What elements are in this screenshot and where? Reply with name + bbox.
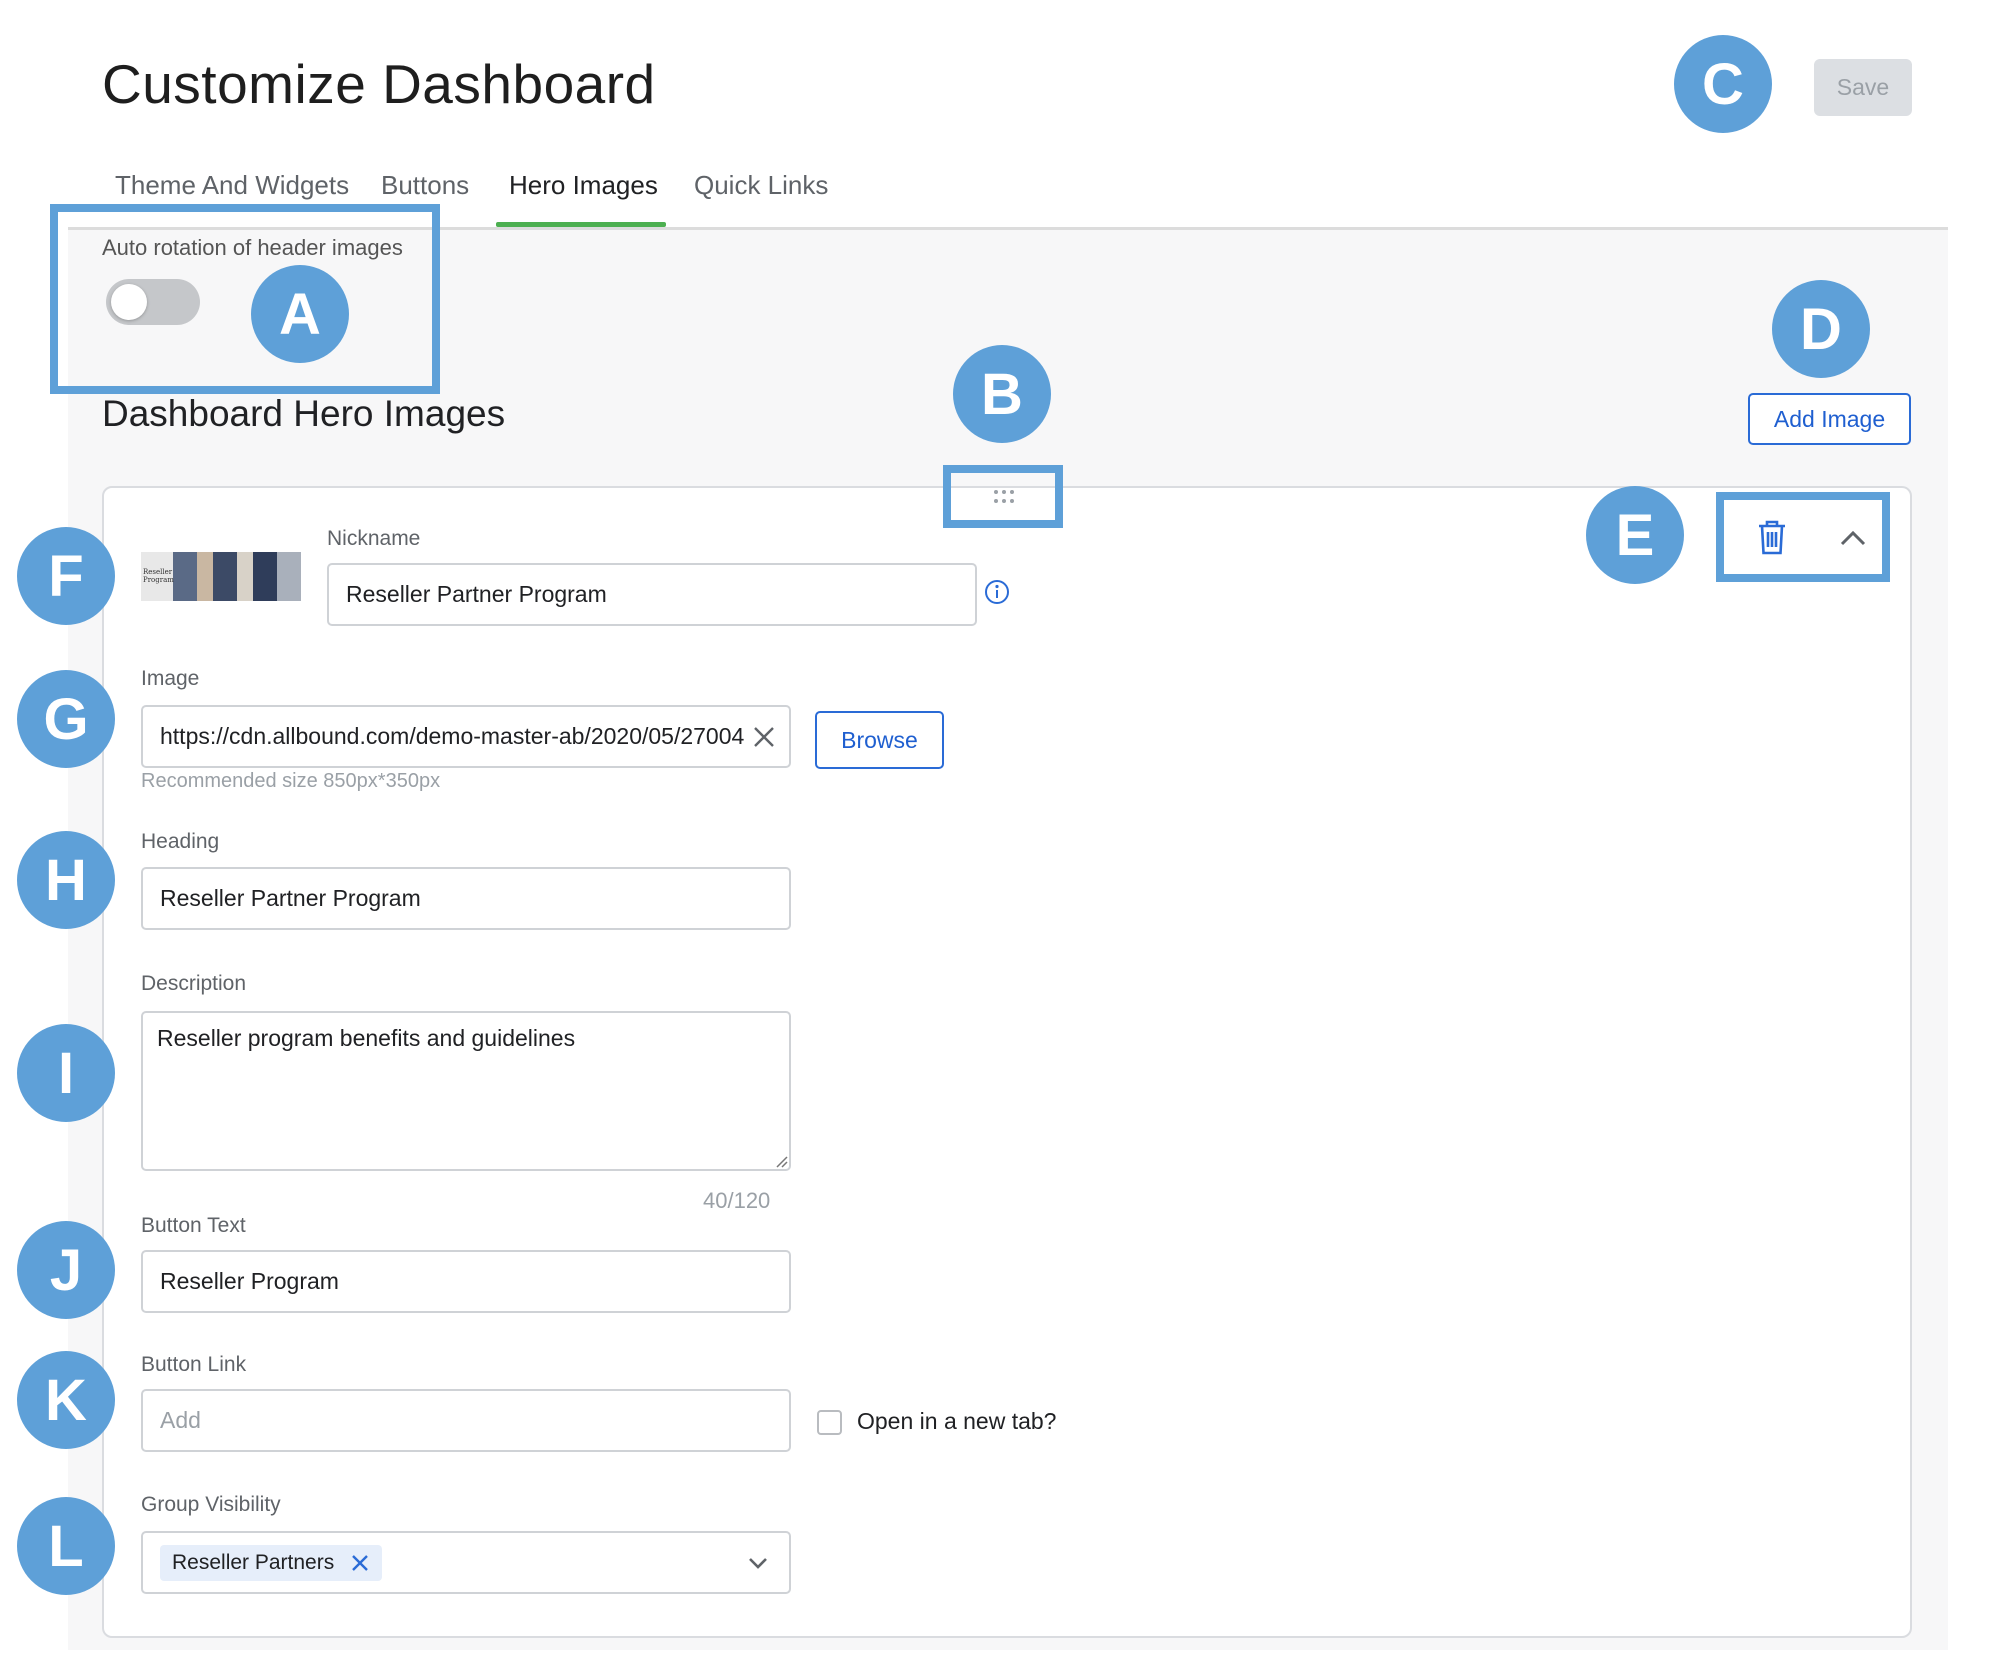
tab-hero-images[interactable]: Hero Images xyxy=(509,170,658,201)
callout-i: I xyxy=(17,1024,115,1122)
tab-buttons[interactable]: Buttons xyxy=(381,170,469,201)
callout-h: H xyxy=(17,831,115,929)
image-label: Image xyxy=(141,667,200,690)
info-icon[interactable] xyxy=(984,579,1010,605)
heading-input[interactable]: Reseller Partner Program xyxy=(141,867,791,930)
button-text-label: Button Text xyxy=(141,1214,246,1237)
callout-c: C xyxy=(1674,35,1772,133)
group-chip: Reseller Partners xyxy=(160,1545,383,1581)
button-link-label: Button Link xyxy=(141,1353,247,1376)
section-title: Dashboard Hero Images xyxy=(102,393,506,434)
group-visibility-label: Group Visibility xyxy=(141,1493,281,1516)
callout-e: E xyxy=(1586,486,1684,584)
description-textarea[interactable]: Reseller program benefits and guidelines xyxy=(141,1011,791,1171)
add-image-button[interactable]: Add Image xyxy=(1748,393,1911,445)
nickname-label: Nickname xyxy=(327,527,421,550)
save-button[interactable]: Save xyxy=(1814,59,1912,116)
highlight-box-b xyxy=(943,465,1063,528)
highlight-box-e xyxy=(1716,492,1890,582)
open-new-tab-checkbox[interactable] xyxy=(817,1410,842,1435)
image-url-input[interactable]: https://cdn.allbound.com/demo-master-ab/… xyxy=(141,705,791,768)
tab-theme-and-widgets[interactable]: Theme And Widgets xyxy=(115,170,349,201)
callout-a: A xyxy=(251,265,349,363)
highlight-box-a xyxy=(50,204,440,394)
nickname-input[interactable]: Reseller Partner Program xyxy=(327,563,977,626)
callout-d: D xyxy=(1772,280,1870,378)
callout-j: J xyxy=(17,1221,115,1319)
clear-icon[interactable] xyxy=(752,725,776,749)
page-title: Customize Dashboard xyxy=(102,53,656,115)
remove-chip-icon[interactable] xyxy=(350,1553,370,1573)
heading-label: Heading xyxy=(141,830,220,853)
callout-g: G xyxy=(17,670,115,768)
chevron-down-icon[interactable] xyxy=(747,1555,769,1571)
callout-b: B xyxy=(953,345,1051,443)
description-label: Description xyxy=(141,972,247,995)
tab-quick-links[interactable]: Quick Links xyxy=(694,170,828,201)
button-link-input[interactable]: Add xyxy=(141,1389,791,1452)
browse-button[interactable]: Browse xyxy=(815,711,944,769)
resize-grip-icon[interactable] xyxy=(774,1154,788,1168)
thumbnail-caption: Reseller Program xyxy=(143,568,174,584)
button-text-input[interactable]: Reseller Program xyxy=(141,1250,791,1313)
hero-thumbnail: Reseller Program xyxy=(141,552,301,601)
image-size-hint: Recommended size 850px*350px xyxy=(141,770,441,792)
character-count: 40/120 xyxy=(703,1188,771,1213)
callout-l: L xyxy=(17,1497,115,1595)
callout-f: F xyxy=(17,527,115,625)
open-new-tab-label: Open in a new tab? xyxy=(857,1408,1057,1434)
callout-k: K xyxy=(17,1351,115,1449)
group-chip-label: Reseller Partners xyxy=(172,1551,335,1574)
